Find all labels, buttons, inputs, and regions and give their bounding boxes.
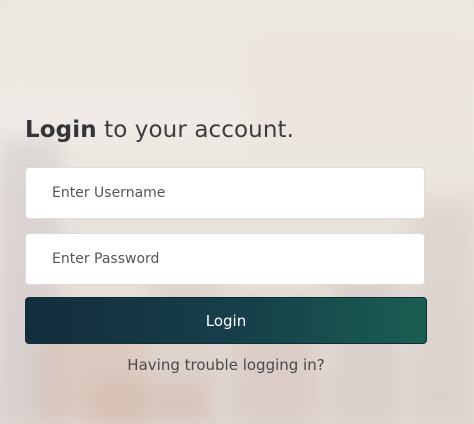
password-field [25, 233, 425, 285]
username-input[interactable] [26, 168, 424, 218]
login-heading-rest: to your account. [96, 117, 295, 143]
username-field [25, 167, 425, 219]
login-heading-strong: Login [25, 117, 97, 143]
login-form: Login to your account. Login Having trou… [25, 112, 427, 374]
password-input[interactable] [26, 234, 424, 284]
login-heading: Login to your account. [25, 112, 427, 148]
login-button[interactable]: Login [25, 297, 427, 344]
trouble-logging-in-link[interactable]: Having trouble logging in? [25, 356, 427, 374]
